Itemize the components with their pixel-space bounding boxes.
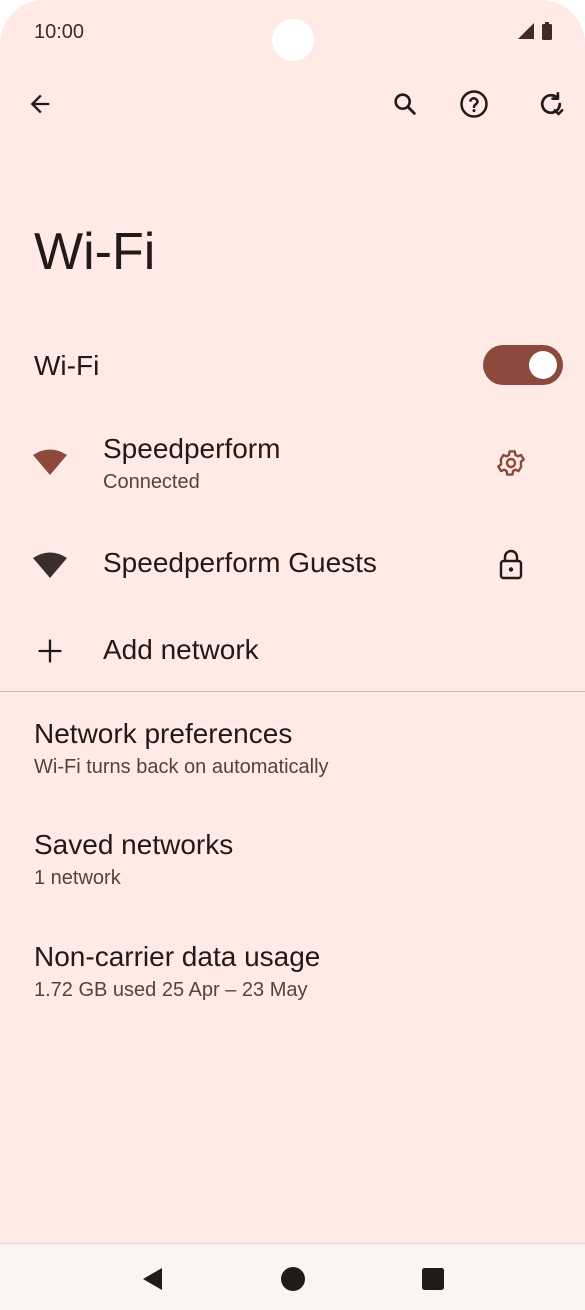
wifi-signal-icon bbox=[30, 548, 70, 582]
signal-icon bbox=[517, 22, 535, 45]
preference-subtitle: Wi-Fi turns back on automatically bbox=[34, 756, 329, 778]
data-usage-item[interactable]: Non-carrier data usage 1.72 GB used 25 A… bbox=[0, 928, 585, 1018]
wifi-toggle-label: Wi-Fi bbox=[34, 350, 100, 381]
help-icon bbox=[460, 90, 488, 118]
network-settings-button[interactable] bbox=[489, 441, 533, 485]
network-item-speedperform-guests[interactable]: Speedperform Guests bbox=[0, 530, 585, 600]
network-preferences-item[interactable]: Network preferences Wi-Fi turns back on … bbox=[0, 705, 585, 795]
preference-subtitle: 1.72 GB used 25 Apr – 23 May bbox=[34, 979, 308, 1001]
status-time: 10:00 bbox=[34, 21, 85, 43]
nav-recents-button[interactable] bbox=[416, 1262, 450, 1296]
circle-home-icon bbox=[281, 1267, 305, 1291]
wifi-settings-screen: 10:00 Wi-Fi Wi-Fi Speedperform Connected… bbox=[0, 0, 585, 1310]
help-button[interactable] bbox=[450, 80, 498, 128]
nav-back-button[interactable] bbox=[135, 1262, 169, 1296]
add-icon bbox=[34, 635, 66, 667]
network-status: Connected bbox=[103, 471, 200, 493]
square-recents-icon bbox=[422, 1268, 444, 1290]
preference-title: Network preferences bbox=[34, 718, 293, 749]
preference-title: Non-carrier data usage bbox=[34, 941, 321, 972]
battery-icon bbox=[541, 22, 553, 45]
status-bar: 10:00 bbox=[0, 0, 585, 66]
nav-home-button[interactable] bbox=[276, 1262, 310, 1296]
wifi-toggle-switch[interactable] bbox=[483, 345, 563, 385]
page-title: Wi-Fi bbox=[34, 223, 156, 281]
camera-cutout bbox=[272, 19, 314, 61]
gear-icon bbox=[497, 450, 525, 476]
arrow-back-icon bbox=[30, 94, 50, 114]
add-network-label: Add network bbox=[103, 634, 259, 665]
divider bbox=[0, 691, 585, 692]
search-button[interactable] bbox=[381, 80, 429, 128]
back-button[interactable] bbox=[16, 80, 64, 128]
scan-refresh-icon bbox=[540, 92, 564, 116]
status-icons bbox=[517, 22, 553, 45]
network-name: Speedperform Guests bbox=[103, 547, 377, 578]
wifi-signal-icon bbox=[30, 445, 70, 479]
preference-title: Saved networks bbox=[34, 829, 234, 860]
triangle-back-icon bbox=[143, 1268, 162, 1290]
refresh-button[interactable] bbox=[527, 80, 575, 128]
search-icon bbox=[394, 93, 416, 115]
network-name: Speedperform bbox=[103, 433, 281, 464]
add-network-row[interactable]: Add network bbox=[0, 615, 585, 685]
preference-subtitle: 1 network bbox=[34, 867, 121, 889]
saved-networks-item[interactable]: Saved networks 1 network bbox=[0, 816, 585, 906]
lock-icon bbox=[492, 544, 530, 584]
top-app-bar bbox=[0, 76, 585, 134]
navigation-bar bbox=[0, 1243, 585, 1310]
toggle-knob bbox=[529, 351, 557, 379]
